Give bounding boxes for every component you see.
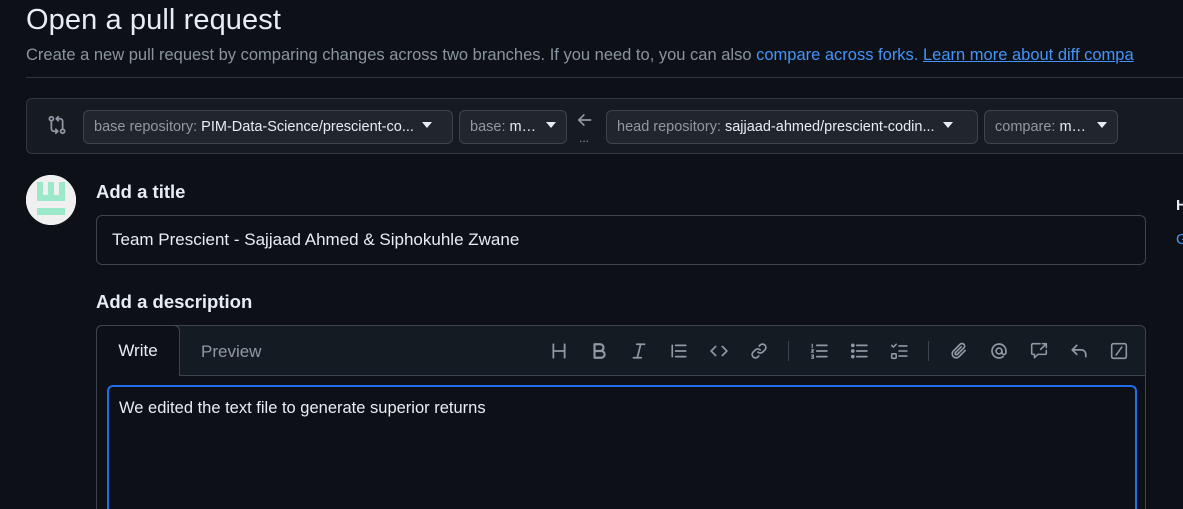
subtitle-text: Create a new pull request by comparing c… [26,46,757,64]
base-repository-select[interactable]: base repository: PIM-Data-Science/presci… [83,110,453,144]
toolbar-divider [928,341,929,361]
sidebar-heading-fragment: H [1176,197,1183,214]
chevron-down-icon [421,122,432,128]
description-editor: Write Preview We edited the text file to… [96,325,1146,509]
title-label: Add a title [96,181,186,202]
learn-more-link[interactable]: Learn more about diff compa [923,46,1134,64]
title-input[interactable] [96,215,1146,265]
description-label: Add a description [96,291,253,312]
tab-preview[interactable]: Preview [201,342,261,362]
chevron-down-icon [1097,122,1107,128]
compare-branch-label: compare: [995,119,1056,135]
code-icon[interactable] [708,340,730,362]
chevron-down-icon [942,122,953,128]
slash-commands-icon[interactable] [1108,340,1130,362]
compare-bar: base repository: PIM-Data-Science/presci… [26,98,1183,154]
git-compare-icon [47,115,67,140]
base-branch-value: main [509,119,538,135]
heading-icon[interactable] [548,340,570,362]
compare-across-forks-link[interactable]: compare across forks. [756,46,918,64]
sidebar-link-fragment[interactable]: G [1176,231,1183,248]
base-branch-select[interactable]: base: main [459,110,567,144]
identicon-icon [26,175,76,225]
header-divider [26,77,1183,78]
ellipsis-dots: ... [579,131,590,145]
task-list-icon[interactable] [888,340,910,362]
head-repository-select[interactable]: head repository: sajjaad-ahmed/prescient… [606,110,978,144]
description-textarea[interactable]: We edited the text file to generate supe… [107,385,1137,509]
base-repository-label: base repository: [94,119,198,135]
undo-icon[interactable] [1068,340,1090,362]
tab-write[interactable]: Write [96,325,180,376]
head-repository-value: sajjaad-ahmed/prescient-codin... [724,119,935,135]
mention-icon[interactable] [988,340,1010,362]
page-title: Open a pull request [26,4,282,36]
toolbar-divider [788,341,789,361]
attach-icon[interactable] [948,340,970,362]
page-subtitle: Create a new pull request by comparing c… [26,46,1134,65]
compare-branch-select[interactable]: compare: main [984,110,1118,144]
chevron-down-icon [546,122,556,128]
head-repository-label: head repository: [617,119,721,135]
link-icon[interactable] [748,340,770,362]
quote-icon[interactable] [668,340,690,362]
base-repository-value: PIM-Data-Science/prescient-co... [201,119,414,135]
reference-icon[interactable] [1028,340,1050,362]
compare-branch-value: main [1059,119,1089,135]
base-branch-label: base: [470,119,506,135]
avatar[interactable] [26,175,76,225]
unordered-list-icon[interactable] [848,340,870,362]
italic-icon[interactable] [628,340,650,362]
bold-icon[interactable] [588,340,610,362]
ordered-list-icon[interactable] [808,340,830,362]
page: Open a pull request Create a new pull re… [0,0,1183,509]
